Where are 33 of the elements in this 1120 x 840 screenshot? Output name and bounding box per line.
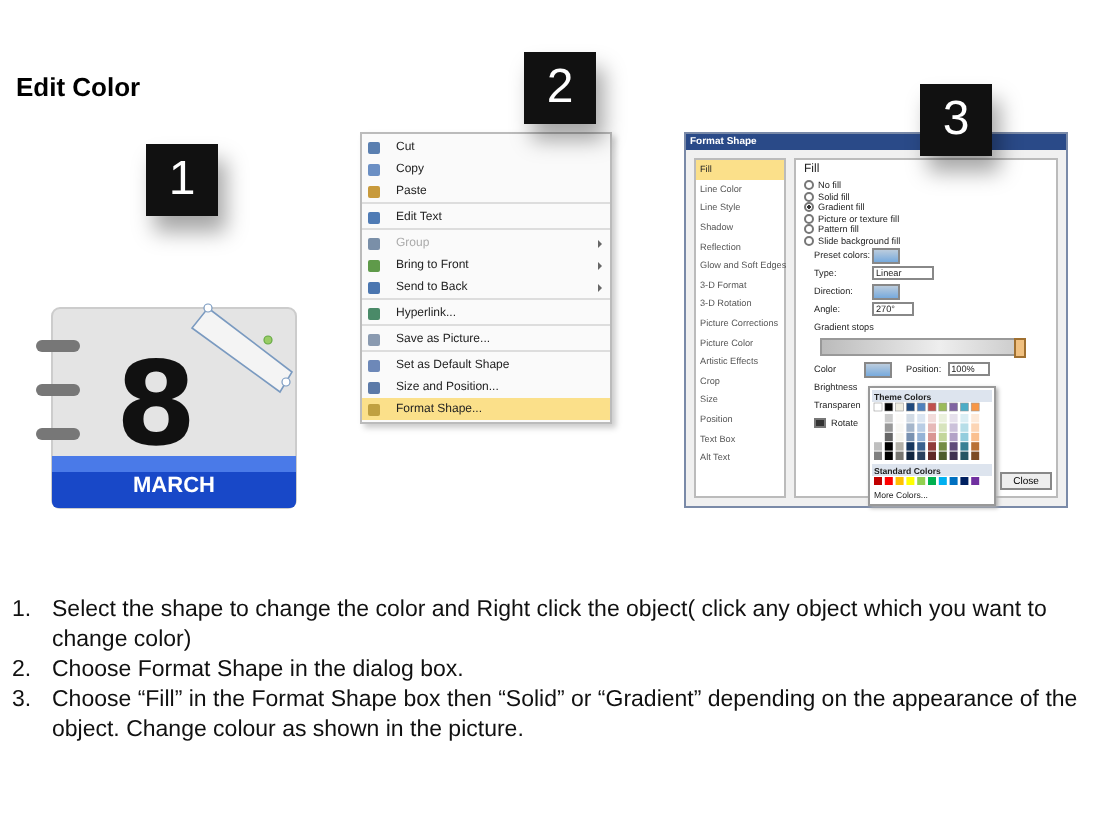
step-badge: 2 [524,52,596,124]
submenu-arrow-icon [598,239,602,247]
preset-colors-dropdown[interactable] [872,247,900,263]
checkbox[interactable] [814,417,825,429]
standard-swatches-drawing[interactable] [872,476,984,486]
color-swatches-drawing[interactable] [872,402,984,462]
radio-button[interactable] [804,213,814,224]
step-number: 2. [12,656,34,686]
ring-icon [36,340,80,440]
command-icon [368,333,380,345]
radio-button[interactable] [804,191,814,202]
submenu-arrow-icon [598,283,602,291]
direction-dropdown[interactable] [872,283,900,299]
step-number: 3. [12,686,34,716]
step-badge: 3 [920,84,992,156]
submenu-arrow-icon [598,261,602,269]
radio-button[interactable] [804,224,814,235]
month-label: MARCH [133,474,215,498]
gradient-stop-handle[interactable] [1014,338,1026,358]
page-curl-drawing [190,303,294,394]
instruction-text: Choose “Fill” in the Format Shape box then “Solid” or “Gradient” depending on the appearance of the object. Change colour as shown in the picture. [52,686,1080,746]
step-badge: 1 [146,144,218,216]
command-icon [368,211,380,223]
instruction-text: Select the shape to change the color and Right click the object( click any object which you want to change color) [52,596,1049,656]
instruction-text: Choose Format Shape in the dialog box. [52,656,466,686]
color-dropdown[interactable] [864,361,892,377]
step-number: 1. [12,596,34,626]
command-icon [368,307,380,319]
slide-title: Edit Color [16,72,141,102]
radio-button[interactable] [804,202,814,213]
radio-button[interactable] [804,235,814,246]
day-number: 8 [115,336,197,472]
radio-button[interactable] [804,180,814,191]
